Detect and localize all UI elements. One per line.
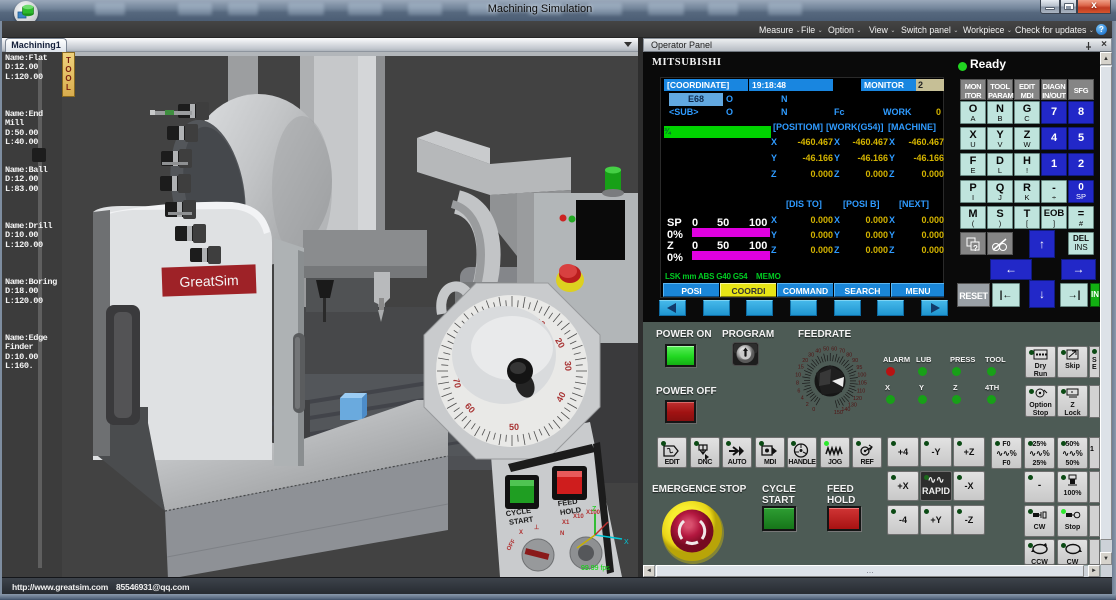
svg-text:N: N — [560, 531, 564, 537]
svg-text:120: 120 — [853, 396, 862, 402]
svg-text:99.99 fps: 99.99 fps — [581, 565, 610, 572]
svg-text:X10: X10 — [573, 514, 584, 520]
svg-text:6: 6 — [797, 388, 800, 394]
svg-text:70: 70 — [839, 349, 845, 355]
svg-text:20: 20 — [802, 358, 808, 364]
svg-text:15: 15 — [798, 365, 804, 371]
svg-text:GreatSim: GreatSim — [179, 272, 239, 290]
svg-text:⊥: ⊥ — [534, 524, 539, 531]
svg-text:60: 60 — [831, 347, 837, 353]
svg-text:?: ? — [973, 244, 978, 252]
svg-text:0: 0 — [812, 407, 815, 413]
svg-text:100: 100 — [857, 373, 866, 379]
svg-text:50: 50 — [823, 347, 829, 353]
svg-text:40: 40 — [815, 349, 821, 355]
svg-text:95: 95 — [856, 365, 862, 371]
svg-text:4: 4 — [801, 396, 804, 402]
svg-text:2: 2 — [806, 402, 809, 408]
svg-text:150: 150 — [834, 410, 843, 416]
svg-text:X: X — [519, 530, 523, 536]
svg-text:30: 30 — [808, 352, 814, 358]
svg-text:105: 105 — [858, 381, 867, 387]
svg-text:8: 8 — [796, 380, 799, 386]
svg-text:Z: Z — [592, 506, 597, 513]
svg-text:X: X — [624, 539, 629, 546]
svg-text:30: 30 — [563, 361, 574, 372]
svg-text:110: 110 — [857, 389, 866, 395]
svg-text:90: 90 — [852, 358, 858, 364]
svg-text:10: 10 — [795, 372, 801, 378]
svg-text:X1: X1 — [562, 520, 570, 526]
svg-text:50: 50 — [509, 422, 519, 432]
